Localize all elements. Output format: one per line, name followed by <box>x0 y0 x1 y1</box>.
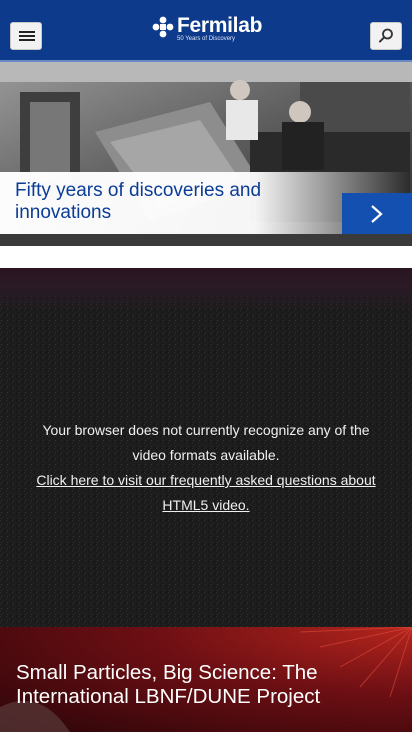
video-player[interactable]: Your browser does not currently recogniz… <box>0 268 412 628</box>
search-button[interactable] <box>370 22 402 50</box>
carousel-indicator-strip <box>0 234 412 246</box>
video-top-glow <box>0 268 412 312</box>
video-unsupported-message: Your browser does not currently recogniz… <box>26 418 386 518</box>
hero-carousel[interactable]: Fifty years of discoveries and innovatio… <box>0 62 412 246</box>
fermilab-logo-mark-icon <box>152 16 174 38</box>
brand-tagline: 50 Years of Discovery <box>177 36 236 42</box>
site-header: Fermilab 50 Years of Discovery <box>0 0 412 60</box>
chevron-right-icon <box>371 205 383 223</box>
brand-name: Fermilab <box>177 14 263 37</box>
hero-title[interactable]: Fifty years of discoveries and innovatio… <box>15 180 315 224</box>
next-slide-button[interactable] <box>342 193 412 234</box>
menu-button[interactable] <box>10 22 42 50</box>
html5-video-faq-link[interactable]: Click here to visit our frequently asked… <box>36 472 375 513</box>
search-icon <box>379 28 393 43</box>
banner-title[interactable]: Small Particles, Big Science: The Intern… <box>16 661 396 709</box>
feature-banner[interactable]: Small Particles, Big Science: The Intern… <box>0 627 412 732</box>
video-format-message: Your browser does not currently recogniz… <box>42 422 370 463</box>
